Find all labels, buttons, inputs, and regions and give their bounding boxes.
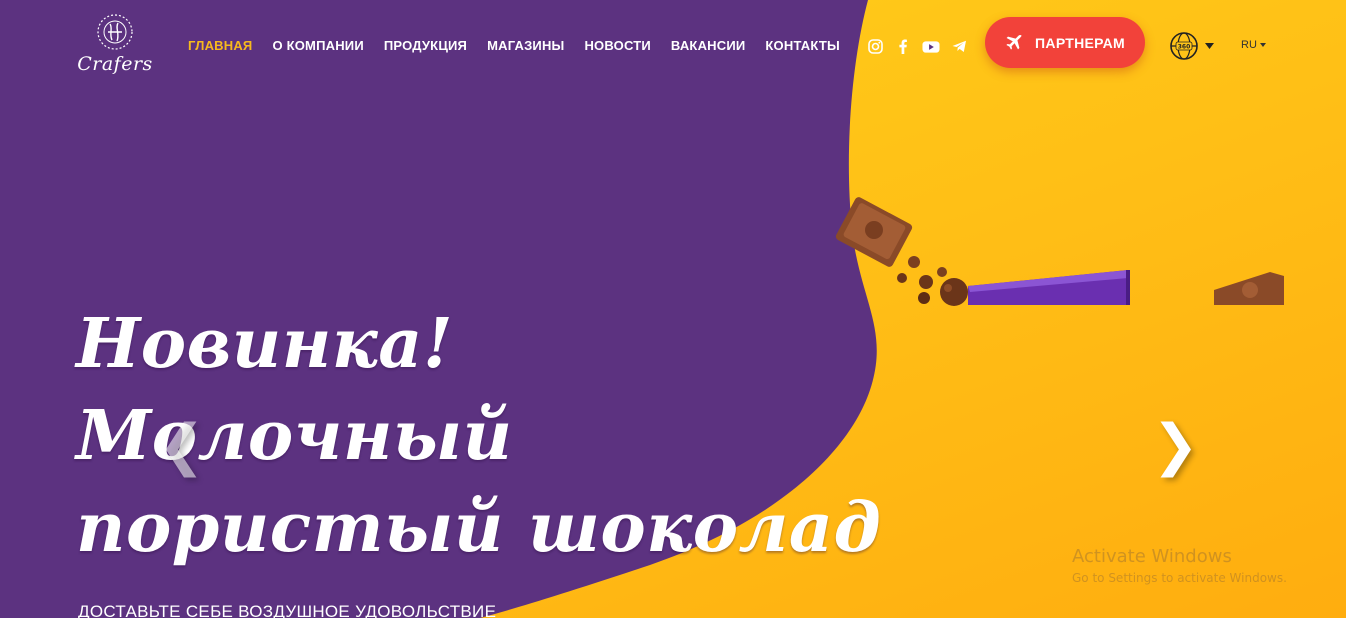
airplane-icon — [1006, 34, 1022, 50]
chevron-down-icon — [1259, 43, 1266, 47]
crafers-logo[interactable]: Crafers — [74, 12, 156, 78]
nav-item-products[interactable]: ПРОДУКЦИЯ — [384, 38, 467, 53]
globe-360-icon: 360 — [1170, 32, 1198, 60]
nav-item-vacancies[interactable]: ВАКАНСИИ — [671, 38, 746, 53]
telegram-icon[interactable] — [950, 38, 968, 55]
hero-subtitle: ДОСТАВЬТЕ СЕБЕ ВОЗДУШНОЕ УДОВОЛЬСТВИЕ — [78, 602, 497, 618]
nav-item-home[interactable]: ГЛАВНАЯ — [188, 38, 252, 53]
globe-badge-text: 360 — [1178, 43, 1191, 50]
partners-button[interactable]: ПАРТНЕРАМ — [985, 17, 1145, 68]
globe-360-toggle[interactable]: 360 — [1169, 31, 1214, 61]
windows-activation-watermark: Activate Windows Go to Settings to activ… — [1072, 546, 1287, 585]
chocolate-bubbles-image — [897, 256, 968, 306]
chocolate-piece-image — [835, 197, 913, 267]
language-selector[interactable]: RU — [1241, 39, 1266, 51]
youtube-icon[interactable] — [922, 38, 940, 55]
nav-item-about[interactable]: О КОМПАНИИ — [272, 38, 363, 53]
nav-item-stores[interactable]: МАГАЗИНЫ — [487, 38, 564, 53]
logo-emblem-icon — [97, 14, 133, 50]
watermark-title: Activate Windows — [1072, 546, 1232, 567]
slider-next-arrow[interactable]: ❯ — [1152, 418, 1199, 474]
chevron-down-icon — [1205, 43, 1214, 49]
chocolate-products-image — [835, 197, 1284, 306]
social-links — [866, 38, 968, 55]
slider-prev-arrow[interactable]: ❮ — [158, 418, 205, 474]
language-selected: RU — [1241, 39, 1257, 51]
instagram-icon[interactable] — [866, 38, 884, 55]
main-nav: ГЛАВНАЯ О КОМПАНИИ ПРОДУКЦИЯ МАГАЗИНЫ НО… — [188, 37, 840, 55]
chocolate-bar-end-image — [1214, 272, 1284, 305]
nav-item-news[interactable]: НОВОСТИ — [584, 38, 650, 53]
logo-text: Crafers — [77, 53, 153, 75]
chocolate-bar-wrapper-image — [968, 270, 1130, 305]
hero-title-line-1: Новинка! — [76, 304, 454, 384]
partners-button-label: ПАРТНЕРАМ — [1035, 34, 1125, 51]
watermark-subtitle: Go to Settings to activate Windows. — [1072, 571, 1287, 585]
nav-item-contacts[interactable]: КОНТАКТЫ — [765, 38, 839, 53]
facebook-icon[interactable] — [894, 38, 912, 55]
hero-title-line-3: пористый шоколад — [76, 488, 882, 568]
page: Crafers ГЛАВНАЯ О КОМПАНИИ ПРОДУКЦИЯ МАГ… — [0, 0, 1346, 618]
